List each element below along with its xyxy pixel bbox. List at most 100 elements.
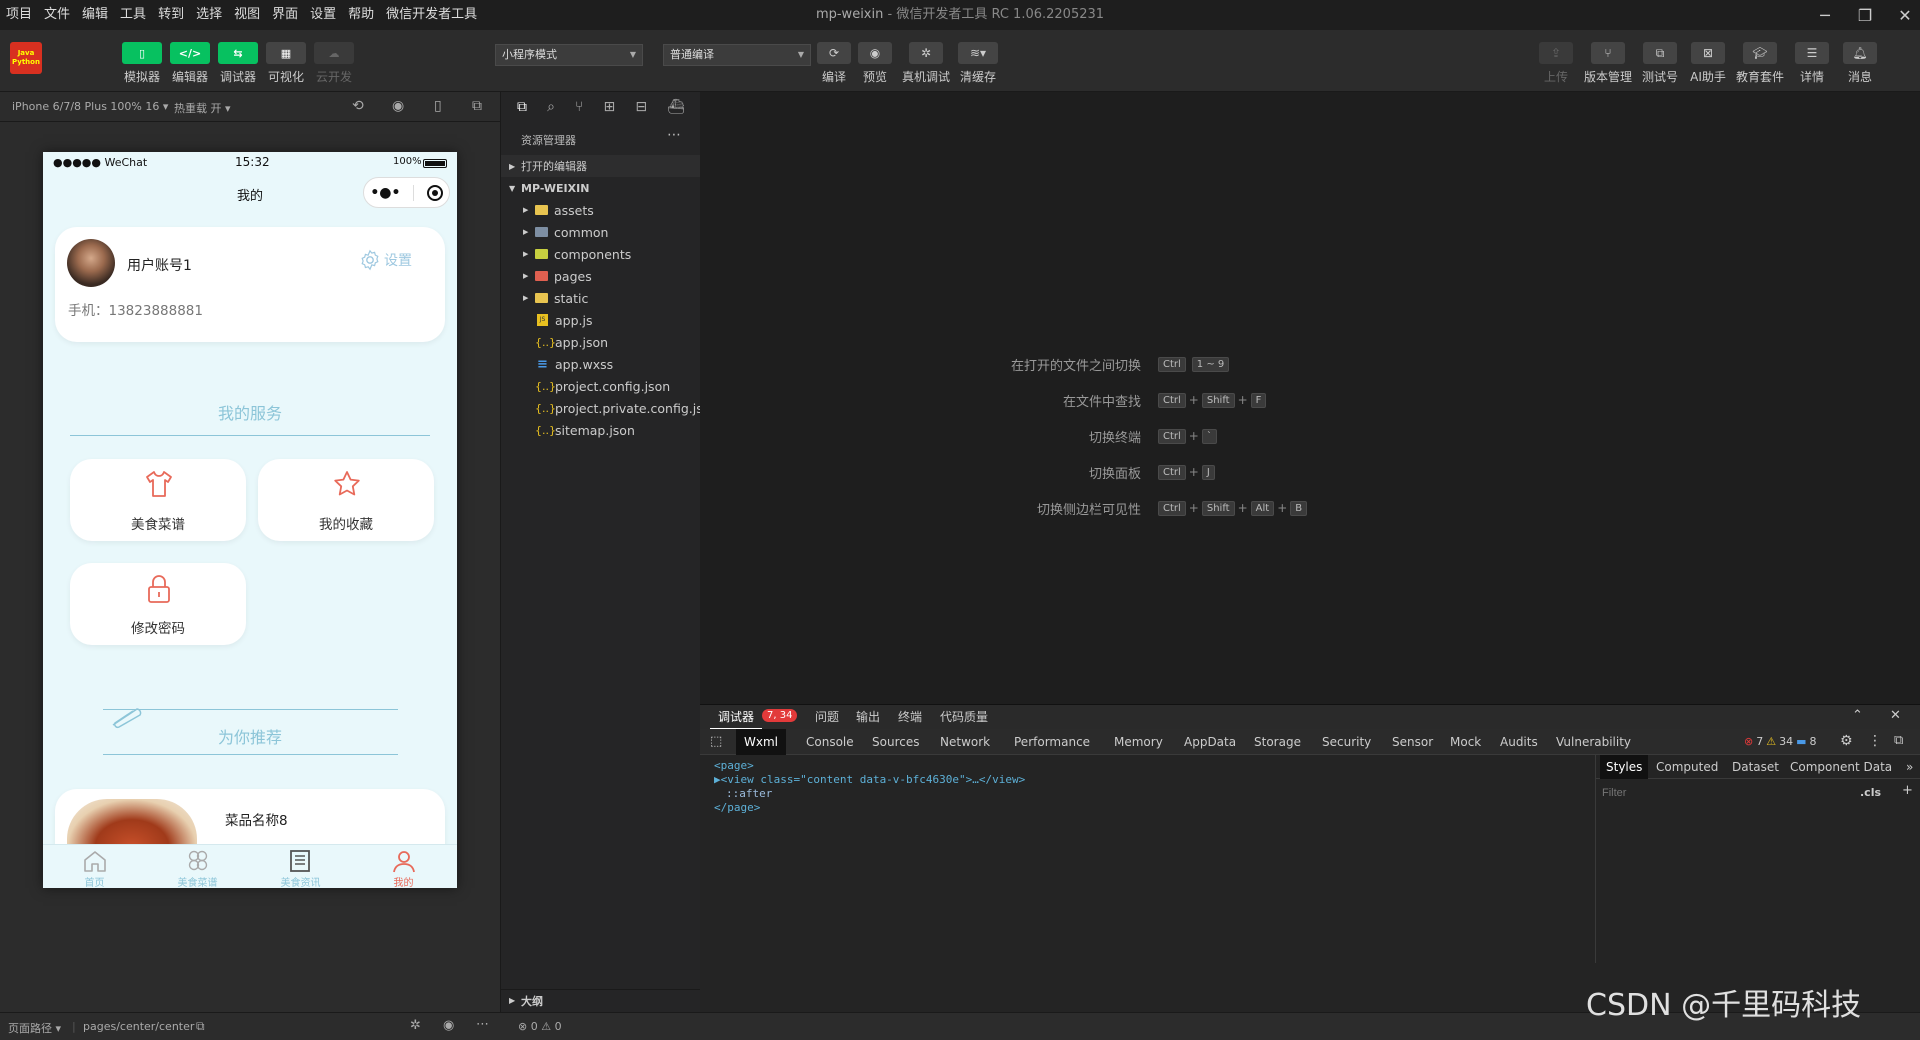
panel-storage[interactable]: Storage [1246,729,1309,755]
gear-icon[interactable]: ⚙ [1840,733,1853,749]
close-icon[interactable]: ✕ [1890,708,1901,723]
settings-button[interactable]: 设置 [359,249,412,271]
tree-folder-components[interactable]: ▶ components [501,243,701,265]
tree-folder-common[interactable]: ▶ common [501,221,701,243]
chevron-double-right-icon[interactable]: » [1906,755,1913,779]
styles-filter-input[interactable] [1602,784,1852,802]
minimize-button[interactable]: ─ [1805,0,1845,30]
mode-select[interactable]: 小程序模式 ▼ [495,44,643,66]
wxml-page-open[interactable]: <page> [714,759,754,772]
tree-folder-static[interactable]: ▶ static [501,287,701,309]
panel-console[interactable]: Console [798,729,862,755]
preview-button[interactable]: ◉ 预览 [849,42,901,85]
menu-item-settings[interactable]: 设置 [304,0,342,30]
avatar[interactable] [67,239,115,287]
menu-item-edit[interactable]: 编辑 [76,0,114,30]
project-section[interactable]: ▼ MP-WEIXIN [501,177,701,199]
remote-debug-button[interactable]: ✲ 真机调试 [900,42,952,85]
outline-section[interactable]: ▶ 大纲 [501,989,701,1011]
tab-terminal[interactable]: 终端 [890,705,930,729]
record-icon[interactable]: ◉ [392,98,404,114]
tree-folder-assets[interactable]: ▶ assets [501,199,701,221]
issue-counts[interactable]: ⊗ 7 ⚠ 34 ▬ 8 [1744,735,1817,748]
menu-item-goto[interactable]: 转到 [152,0,190,30]
app-logo[interactable]: Java Python [10,42,42,74]
menu-item-file[interactable]: 文件 [38,0,76,30]
tree-file-project-config[interactable]: {..} project.config.json [501,375,701,397]
more-icon[interactable]: ⋯ [476,1017,489,1032]
tab-code-quality[interactable]: 代码质量 [932,705,996,729]
service-recipes[interactable]: 美食菜谱 [70,459,246,541]
inspect-icon[interactable]: ⬚ [710,734,722,749]
menu-item-view[interactable]: 视图 [228,0,266,30]
panel-performance[interactable]: Performance [1006,729,1098,755]
editor-button[interactable]: </> 编辑器 [166,42,214,85]
compile-select[interactable]: 普通编译 ▼ [663,44,811,66]
clear-cache-button[interactable]: ≋▾ 清缓存 [952,42,1004,85]
tab-output[interactable]: 输出 [848,705,888,729]
tree-file-app-json[interactable]: {..} app.json [501,331,701,353]
eye-icon[interactable]: ◉ [443,1018,454,1033]
education-button[interactable]: 🎓︎ 教育套件 [1734,42,1786,85]
panel-network[interactable]: Network [932,729,998,755]
menu-item-tools[interactable]: 工具 [114,0,152,30]
open-editors-section[interactable]: ▶ 打开的编辑器 [501,155,701,177]
tab-recipes[interactable]: 美食菜谱 [146,845,249,888]
tree-file-project-private-config[interactable]: {..} project.private.config.js... [501,397,715,419]
cloud-button[interactable]: ☁ 云开发 [310,42,358,85]
cls-toggle[interactable]: .cls [1860,786,1881,799]
dock-icon[interactable]: ⧉ [1894,733,1903,748]
debugger-button[interactable]: ⇆ 调试器 [214,42,262,85]
restore-button[interactable]: ❐ [1845,0,1885,30]
copy-icon[interactable]: ⧉ [196,1019,205,1034]
close-button[interactable]: ✕ [1885,0,1920,30]
menu-item-help[interactable]: 帮助 [342,0,380,30]
panel-sensor[interactable]: Sensor [1384,729,1441,755]
tab-mine[interactable]: 我的 [352,845,455,888]
tree-file-app-js[interactable]: JS app.js [501,309,701,331]
tab-home[interactable]: 首页 [43,845,146,888]
ai-assistant-button[interactable]: ⊠ AI助手 [1682,42,1734,85]
version-button[interactable]: ⑂ 版本管理 [1582,42,1634,85]
menu-item-wechat-devtools[interactable]: 微信开发者工具 [380,0,483,30]
panel-appdata[interactable]: AppData [1176,729,1244,755]
tab-styles[interactable]: Styles [1600,755,1649,779]
kebab-menu-icon[interactable]: ⋮ [1868,733,1882,749]
panel-memory[interactable]: Memory [1106,729,1171,755]
chevron-up-icon[interactable]: ⌃ [1852,708,1863,723]
tree-file-app-wxss[interactable]: ≡ app.wxss [501,353,701,375]
tab-debugger[interactable]: 调试器 [710,705,763,729]
tab-component-data[interactable]: Component Data [1790,755,1892,779]
visual-button[interactable]: ▦ 可视化 [262,42,310,85]
service-password[interactable]: 修改密码 [70,563,246,645]
storage-icon[interactable]: ⊟ [635,99,647,115]
panel-security[interactable]: Security [1314,729,1379,755]
search-icon[interactable]: ⌕ [547,99,555,115]
upload-button[interactable]: ⇪ 上传 [1530,42,1582,85]
extensions-icon[interactable]: ⊞ [604,99,616,115]
tab-dataset[interactable]: Dataset [1732,755,1779,779]
messages-button[interactable]: 🔔︎ 消息 [1834,42,1886,85]
test-account-button[interactable]: ⧉ 测试号 [1634,42,1686,85]
panel-mock[interactable]: Mock [1442,729,1489,755]
close-circle-icon[interactable] [426,184,443,201]
popout-icon[interactable]: ⧉ [472,98,482,114]
source-control-icon[interactable]: ⑂ [575,99,583,115]
details-button[interactable]: ☰ 详情 [1786,42,1838,85]
page-path-select[interactable]: 页面路径 ▾ [8,1020,61,1036]
problems-status[interactable]: ⊗ 0 ⚠ 0 [518,1020,562,1033]
menu-item-ui[interactable]: 界面 [266,0,304,30]
panel-vulnerability[interactable]: Vulnerability [1548,729,1639,755]
simulator-button[interactable]: ▯ 模拟器 [118,42,166,85]
tab-problems[interactable]: 问题 [807,705,847,729]
tree-folder-pages[interactable]: ▶ pages [501,265,701,287]
hot-reload-toggle[interactable]: 热重载 开 ▾ [174,100,231,116]
more-icon[interactable]: ⋯ [667,127,681,143]
wxml-after-node[interactable]: ::after [726,787,772,800]
device-select[interactable]: iPhone 6/7/8 Plus 100% 16 ▾ [12,100,168,113]
panel-audits[interactable]: Audits [1492,729,1546,755]
tab-news[interactable]: 美食资讯 [249,845,352,888]
tab-computed[interactable]: Computed [1656,755,1718,779]
menu-item-project[interactable]: 项目 [0,0,38,30]
docker-icon[interactable]: ⛴ [667,99,685,115]
